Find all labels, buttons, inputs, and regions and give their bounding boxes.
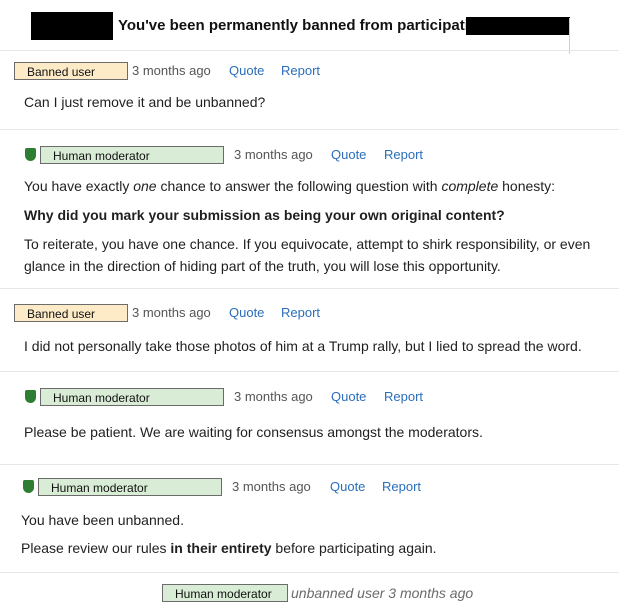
text-run: Please review our rules — [21, 540, 171, 556]
author-badge[interactable]: Banned user — [14, 62, 128, 80]
post: Human moderator 3 months ago Quote Repor… — [0, 464, 619, 573]
text-run: chance to answer the following question … — [156, 178, 442, 194]
post-time: 3 months ago — [132, 63, 211, 78]
post-paragraph-line: glance in the direction of hiding part o… — [24, 258, 501, 274]
author-badge[interactable]: Human moderator — [38, 478, 222, 496]
quote-link[interactable]: Quote — [229, 63, 264, 78]
report-link[interactable]: Report — [382, 479, 421, 494]
author-badge[interactable]: Banned user — [14, 304, 128, 322]
post-body: Please review our rules in their entiret… — [21, 537, 437, 559]
quote-link[interactable]: Quote — [229, 305, 264, 320]
text-run: honesty: — [498, 178, 556, 194]
author-badge[interactable]: Human moderator — [40, 146, 224, 164]
post-time: 3 months ago — [132, 305, 211, 320]
post: Human moderator 3 months ago Quote Repor… — [0, 371, 619, 456]
post-body: Please be patient. We are waiting for co… — [24, 424, 483, 440]
quote-link[interactable]: Quote — [330, 479, 365, 494]
author-badge[interactable]: Human moderator — [162, 584, 288, 602]
post-time: 3 months ago — [234, 147, 313, 162]
moderation-event: Human moderator unbanned user 3 months a… — [0, 572, 619, 606]
post-question: Why did you mark your submission as bein… — [24, 207, 505, 223]
report-link[interactable]: Report — [281, 63, 320, 78]
quote-link[interactable]: Quote — [331, 389, 366, 404]
emphasis-text: complete — [441, 178, 499, 194]
redaction-block — [31, 12, 113, 40]
post: Banned user 3 months ago Quote Report I … — [0, 288, 619, 371]
post-paragraph: You have exactly one chance to answer th… — [24, 175, 555, 197]
shield-icon — [25, 148, 36, 161]
quote-link[interactable]: Quote — [331, 147, 366, 162]
post-body: Can I just remove it and be unbanned? — [24, 94, 266, 110]
shield-icon — [23, 480, 34, 493]
report-link[interactable]: Report — [384, 389, 423, 404]
bold-text: in their entirety — [170, 540, 272, 556]
text-run: before participating again. — [271, 540, 437, 556]
post-body: I did not personally take those photos o… — [24, 338, 582, 354]
post-time: 3 months ago — [232, 479, 311, 494]
post-paragraph-line: To reiterate, you have one chance. If yo… — [24, 236, 591, 252]
event-text: unbanned user 3 months ago — [291, 585, 474, 601]
text-run: You have exactly — [24, 178, 134, 194]
author-badge[interactable]: Human moderator — [40, 388, 224, 406]
divider — [569, 18, 570, 54]
report-link[interactable]: Report — [281, 305, 320, 320]
thread-header: You've been permanently banned from part… — [0, 0, 619, 54]
post: Human moderator 3 months ago Quote Repor… — [0, 129, 619, 288]
post-time: 3 months ago — [234, 389, 313, 404]
emphasis-text: one — [133, 178, 157, 194]
post-body: You have been unbanned. — [21, 512, 184, 528]
thread-title: You've been permanently banned from part… — [118, 17, 488, 34]
shield-icon — [25, 390, 36, 403]
redaction-block — [466, 17, 570, 35]
post: Banned user 3 months ago Quote Report Ca… — [0, 50, 619, 129]
report-link[interactable]: Report — [384, 147, 423, 162]
